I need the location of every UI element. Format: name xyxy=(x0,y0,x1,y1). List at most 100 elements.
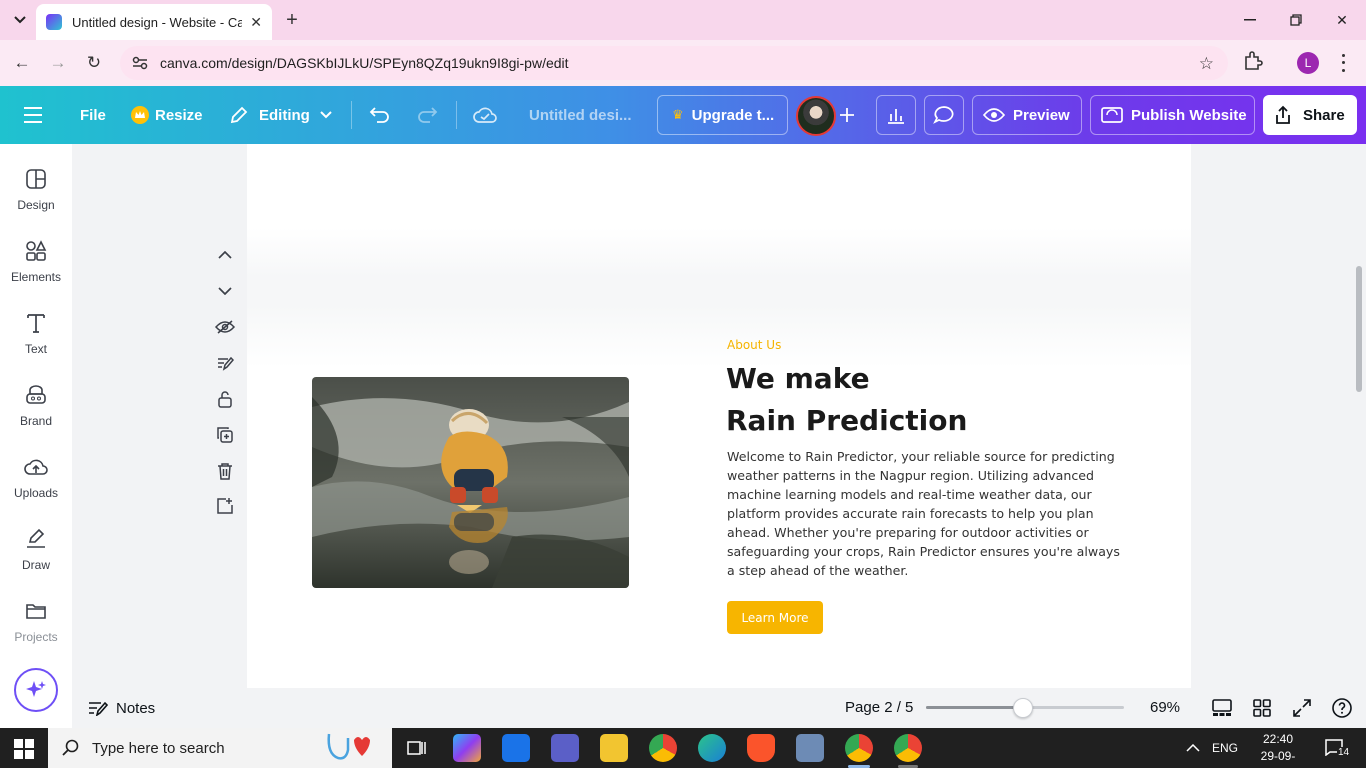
preview-button[interactable]: Preview xyxy=(972,95,1082,135)
draw-icon xyxy=(27,528,45,548)
zoom-level[interactable]: 69% xyxy=(1150,699,1180,716)
file-menu[interactable]: File xyxy=(80,86,106,144)
zoom-slider-fill xyxy=(926,706,1024,709)
close-window-icon[interactable]: ✕ xyxy=(1330,8,1354,32)
cloud-save-icon[interactable] xyxy=(473,86,497,144)
move-page-up-icon[interactable] xyxy=(213,243,237,267)
reload-icon[interactable]: ↻ xyxy=(81,50,107,76)
projects-icon xyxy=(26,604,46,619)
address-bar[interactable]: canva.com/design/DAGSKbIJLkU/SPEyn8QZq19… xyxy=(120,46,1228,80)
sidebar-item-design[interactable]: Design xyxy=(0,158,72,222)
learn-more-button[interactable]: Learn More xyxy=(727,601,823,634)
tray-overflow-icon[interactable] xyxy=(1186,728,1200,768)
sidebar-item-draw[interactable]: Draw xyxy=(0,518,72,582)
design-title[interactable]: Untitled desi... xyxy=(529,86,632,144)
page-indicator[interactable]: Page 2 / 5 xyxy=(845,699,913,716)
delete-page-icon[interactable] xyxy=(213,459,237,483)
magic-sparkle-icon[interactable] xyxy=(14,668,58,712)
close-tab-icon[interactable]: ✕ xyxy=(250,14,262,31)
address-row: ← → ↻ canva.com/design/DAGSKbIJLkU/SPEyn… xyxy=(0,40,1366,86)
sidebar-item-brand[interactable]: Brand xyxy=(0,374,72,438)
notes-icon xyxy=(89,701,108,716)
url-text: canva.com/design/DAGSKbIJLkU/SPEyn8QZq19… xyxy=(160,55,569,71)
taskbar-search-box[interactable]: Type here to search xyxy=(48,728,392,768)
copilot-app-icon[interactable] xyxy=(453,734,481,762)
brave-app-icon[interactable] xyxy=(747,734,775,762)
add-page-icon[interactable] xyxy=(213,494,237,518)
grid-view-icon[interactable] xyxy=(1251,697,1273,719)
search-icon xyxy=(62,739,79,756)
comments-icon[interactable] xyxy=(924,95,964,135)
scrollbar-thumb[interactable] xyxy=(1356,266,1362,392)
edge-app-icon[interactable] xyxy=(698,734,726,762)
insights-icon[interactable] xyxy=(876,95,916,135)
upgrade-button[interactable]: ♛ Upgrade t... xyxy=(657,95,788,135)
page-notes-icon[interactable] xyxy=(213,351,237,375)
redo-icon[interactable] xyxy=(416,86,438,144)
hide-page-icon[interactable] xyxy=(213,315,237,339)
site-settings-icon[interactable] xyxy=(132,55,148,71)
sidebar-item-label: Brand xyxy=(19,414,53,428)
search-placeholder: Type here to search xyxy=(92,739,225,757)
child-in-puddle-photo[interactable] xyxy=(312,377,629,588)
browser-tab-strip: Untitled design - Website - Canva ✕ + ✕ xyxy=(0,0,1366,40)
notifications-icon[interactable]: 14 xyxy=(1324,738,1351,758)
lock-page-icon[interactable] xyxy=(213,387,237,411)
canvas-scrollbar[interactable] xyxy=(1352,144,1366,688)
new-tab-icon[interactable]: + xyxy=(280,8,304,32)
about-body-text[interactable]: Welcome to Rain Predictor, your reliable… xyxy=(727,447,1129,580)
elements-icon xyxy=(26,240,47,261)
section-divider-shadow xyxy=(247,228,1191,368)
editing-dropdown[interactable]: Editing xyxy=(229,86,332,144)
browser-menu-icon[interactable] xyxy=(1338,52,1348,74)
bookmark-star-icon[interactable]: ☆ xyxy=(1199,54,1214,74)
profile-avatar[interactable]: L xyxy=(1297,52,1319,74)
notes-button[interactable]: Notes xyxy=(88,698,155,718)
help-icon[interactable] xyxy=(1331,697,1353,719)
move-page-down-icon[interactable] xyxy=(213,279,237,303)
chrome-app-icon[interactable] xyxy=(649,734,677,762)
forward-icon[interactable]: → xyxy=(45,50,71,76)
publish-label: Publish Website xyxy=(1131,106,1247,124)
extensions-icon[interactable] xyxy=(1242,50,1266,74)
file-explorer-icon[interactable] xyxy=(600,734,628,762)
fullscreen-icon[interactable] xyxy=(1291,697,1313,719)
about-us-tag[interactable]: About Us xyxy=(727,338,781,352)
sidebar-item-projects[interactable]: Projects xyxy=(0,590,72,654)
collaborator-avatar[interactable] xyxy=(796,96,836,136)
headline[interactable]: We make Rain Prediction xyxy=(726,358,967,442)
language-indicator[interactable]: ENG xyxy=(1212,728,1238,768)
windows-start-icon[interactable] xyxy=(14,739,34,759)
taskbar-app-icon[interactable] xyxy=(502,734,530,762)
design-page[interactable]: About Us We make Rain Prediction Welcome… xyxy=(247,144,1191,688)
teams-app-icon[interactable] xyxy=(551,734,579,762)
clock-date: 29-09-2024 xyxy=(1260,749,1296,768)
page-view-icon[interactable] xyxy=(1211,697,1233,719)
sidebar-item-elements[interactable]: Elements xyxy=(0,230,72,294)
undo-icon[interactable] xyxy=(369,86,391,144)
notes-label: Notes xyxy=(116,699,156,717)
left-sidebar: Design Elements Text Brand Uploads Draw … xyxy=(0,144,72,728)
minimize-icon[interactable] xyxy=(1238,8,1262,32)
pencil-icon xyxy=(230,106,248,124)
resize-button[interactable]: Resize xyxy=(131,86,203,144)
back-icon[interactable]: ← xyxy=(9,50,35,76)
sidebar-item-uploads[interactable]: Uploads xyxy=(0,446,72,510)
main-menu-icon[interactable] xyxy=(24,86,46,144)
task-view-icon[interactable] xyxy=(402,734,430,762)
taskbar-clock[interactable]: 22:40 29-09-2024 xyxy=(1250,731,1306,768)
publish-website-button[interactable]: Publish Website xyxy=(1090,95,1255,135)
tab-search-chevron-icon[interactable] xyxy=(6,8,34,32)
add-collaborator-icon[interactable] xyxy=(838,86,856,144)
zoom-slider-handle[interactable] xyxy=(1013,698,1034,718)
restore-icon[interactable] xyxy=(1284,8,1308,32)
duplicate-page-icon[interactable] xyxy=(213,423,237,447)
sidebar-item-text[interactable]: Text xyxy=(0,302,72,366)
taskbar-app-icon[interactable] xyxy=(796,734,824,762)
chrome-profile-l-icon[interactable] xyxy=(845,734,873,762)
chrome-profile-r-icon[interactable] xyxy=(894,734,922,762)
resize-label: Resize xyxy=(155,106,203,124)
browser-tab[interactable]: Untitled design - Website - Canva ✕ xyxy=(36,4,272,40)
website-icon xyxy=(1101,107,1123,123)
share-button[interactable]: Share xyxy=(1263,95,1357,135)
